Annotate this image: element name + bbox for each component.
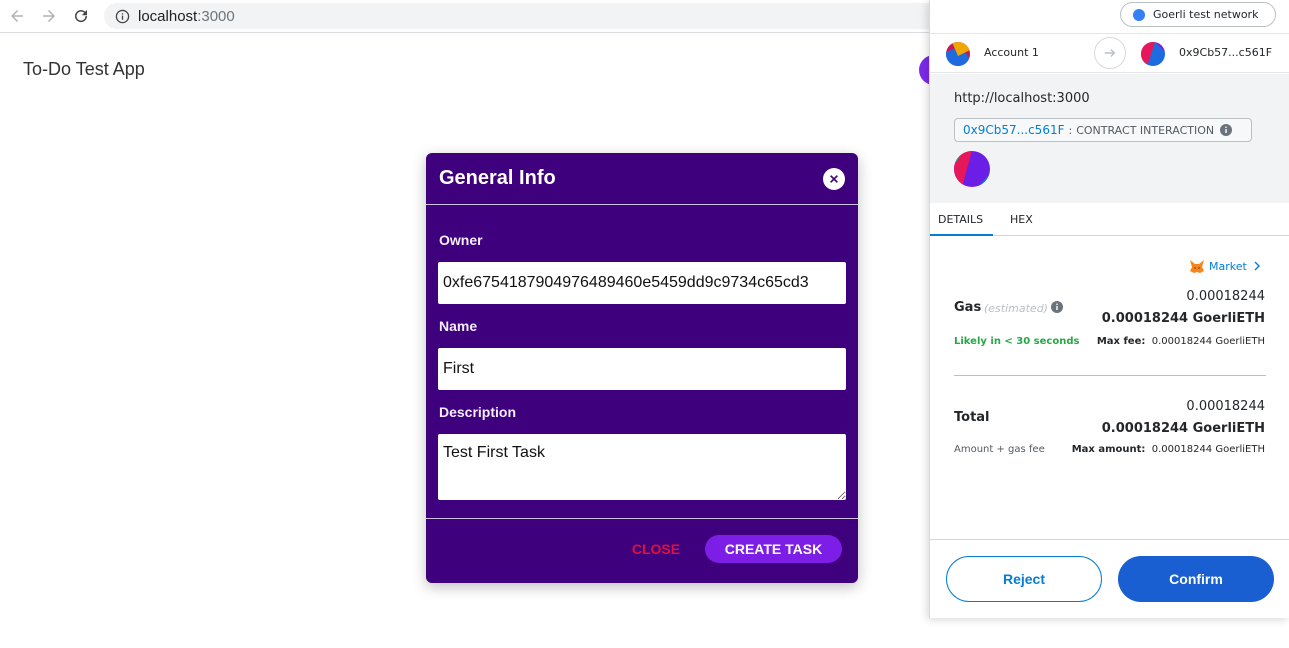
max-fee-label: Max fee: [1096,336,1146,347]
reload-icon[interactable] [69,4,93,28]
url-port: :3000 [197,7,235,25]
gas-amount: 0.00018244 [1186,289,1265,304]
account-transfer-bar: Account 1 0x9Cb57...c561F [930,33,1289,73]
general-info-modal: General Info Owner Name Description Test… [426,153,858,583]
max-fee-value: 0.00018244 GoerliETH [1151,336,1265,347]
network-selector[interactable]: Goerli test network [1120,2,1276,27]
contract-separator: : [1068,123,1073,137]
confirm-button[interactable]: Confirm [1118,556,1274,602]
close-icon[interactable] [823,168,845,190]
arrow-right-icon[interactable] [37,4,61,28]
close-button[interactable]: CLOSE [630,539,682,559]
network-label: Goerli test network [1153,8,1259,21]
total-amount-eth: 0.00018244 GoerliETH [1101,421,1265,436]
screen: localhost:3000 To-Do Test App General In… [0,0,1289,648]
info-icon[interactable] [1220,124,1233,136]
total-label: Total [954,410,990,425]
likely-time-label: Likely in < 30 seconds [954,336,1080,347]
market-label: Market [1209,259,1247,273]
arrow-right-icon [1094,37,1126,69]
gas-label: Gas [954,300,982,315]
metamask-panel: Goerli test network Account 1 0x9Cb57...… [929,0,1289,618]
arrow-left-icon[interactable] [5,4,29,28]
contract-address[interactable]: 0x9Cb57...c561F [963,123,1064,137]
transaction-origin-area: http://localhost:3000 0x9Cb57...c561F : … [930,74,1289,203]
address-bar[interactable]: localhost:3000 [104,3,964,29]
max-amount-value: 0.00018244 GoerliETH [1151,444,1265,455]
url-host: localhost [138,7,198,25]
max-amount-line: Max amount: 0.00018244 GoerliETH [1072,444,1265,455]
tab-bar: DETAILS HEX [930,203,1289,236]
account-jazzicon [946,42,970,66]
amount-plus-gas-label: Amount + gas fee [954,444,1045,455]
modal-footer-divider [426,518,858,519]
name-label: Name [439,318,478,334]
url-text: localhost:3000 [138,8,235,25]
app-title: To-Do Test App [23,59,145,79]
name-input[interactable] [438,348,846,390]
footer-divider [930,539,1289,540]
modal-title: General Info [439,167,556,189]
to-account-address: 0x9Cb57...c561F [1179,46,1273,59]
create-task-button[interactable]: CREATE TASK [705,535,842,563]
origin-url: http://localhost:3000 [954,91,1090,106]
description-label: Description [439,404,517,420]
total-amount: 0.00018244 [1186,399,1265,414]
info-icon[interactable] [1051,301,1063,313]
from-account-name: Account 1 [984,46,1039,59]
gas-amount-eth: 0.00018244 GoerliETH [1101,311,1265,326]
chevron-right-icon [1254,261,1260,271]
network-dot-icon [1133,8,1145,21]
recipient-jazzicon [1141,42,1165,66]
contract-interaction-label: CONTRACT INTERACTION [1076,123,1215,137]
max-amount-label: Max amount: [1071,444,1146,455]
owner-label: Owner [439,232,483,248]
description-textarea[interactable]: Test First Task [438,434,846,500]
max-fee-line: Max fee: 0.00018244 GoerliETH [1097,336,1265,347]
tab-details[interactable]: DETAILS [938,213,983,226]
fox-icon [1190,260,1204,273]
market-fee-button[interactable]: Market [1189,258,1261,274]
contract-interaction-pill[interactable]: 0x9Cb57...c561F : CONTRACT INTERACTION [954,118,1252,142]
summary-divider [954,375,1266,376]
modal-header: General Info [426,153,858,205]
reject-button[interactable]: Reject [946,556,1102,602]
tab-hex[interactable]: HEX [1010,213,1033,226]
info-icon[interactable] [114,8,130,24]
gas-estimated-label: (estimated) [984,302,1048,315]
owner-input[interactable] [438,262,846,304]
active-tab-indicator [930,234,993,236]
contract-jazzicon [954,151,990,187]
